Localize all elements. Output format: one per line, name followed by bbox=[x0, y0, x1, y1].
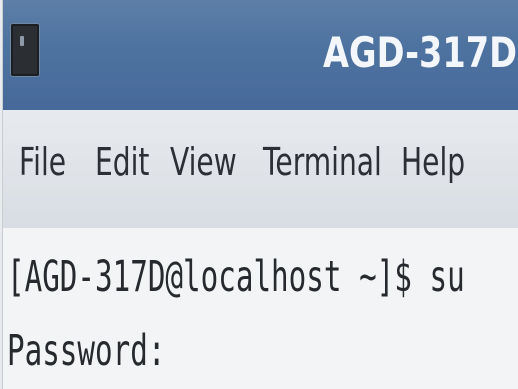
menu-edit[interactable]: Edit bbox=[95, 140, 149, 184]
window-title: AGD-317D@lc bbox=[323, 28, 518, 77]
terminal-line-command: [AGD-317D@localhost ~]$ su bbox=[7, 252, 465, 302]
terminal-window: AGD-317D@lc File Edit View Terminal Help… bbox=[2, 0, 518, 389]
menu-file[interactable]: File bbox=[19, 140, 66, 184]
terminal-icon[interactable] bbox=[11, 24, 39, 76]
menu-terminal[interactable]: Terminal bbox=[263, 140, 382, 184]
menu-view[interactable]: View bbox=[170, 140, 237, 184]
menu-help[interactable]: Help bbox=[401, 140, 465, 184]
terminal-output[interactable]: [AGD-317D@localhost ~]$ su Password: bbox=[3, 228, 518, 389]
terminal-line-password: Password: bbox=[7, 326, 166, 376]
title-bar[interactable]: AGD-317D@lc bbox=[3, 0, 518, 110]
